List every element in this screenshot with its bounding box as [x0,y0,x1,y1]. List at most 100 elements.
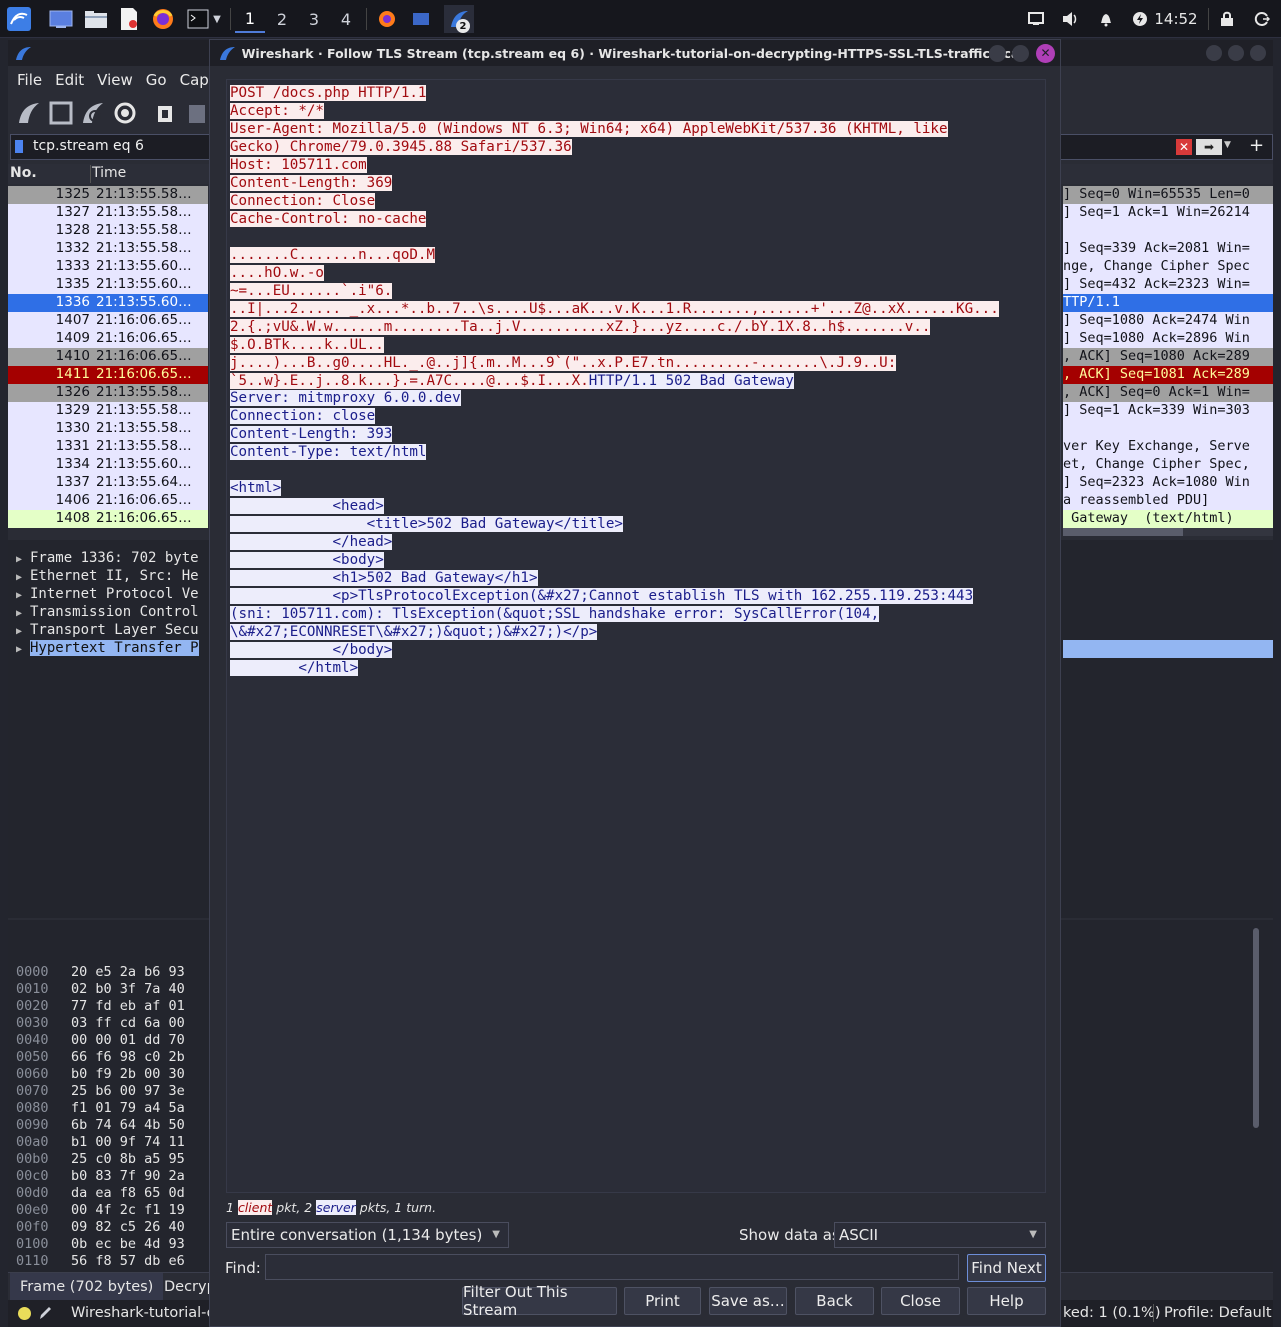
expand-arrow-icon[interactable]: ▶ [16,608,30,619]
hex-bytes: 0b ec be 4d 93 [71,1236,185,1252]
hex-bytes: b0 83 7f 90 2a [71,1168,185,1184]
workspace-3[interactable]: 3 [299,5,329,33]
close-button[interactable] [1250,45,1266,61]
filter-out-stream-button[interactable]: Filter Out This Stream [462,1283,617,1319]
save-file-icon[interactable] [186,100,208,126]
workspace-4[interactable]: 4 [331,5,361,33]
add-filter-button-icon[interactable]: + [1249,135,1264,156]
open-file-icon[interactable] [154,100,176,126]
close-button[interactable]: Close [881,1287,960,1315]
server-data: <title>502 Bad Gateway</title> [230,516,623,533]
detail-tree-item[interactable]: ▶ Transmission Control [16,604,199,622]
save-as-button[interactable]: Save as… [709,1287,787,1315]
file-manager-icon[interactable] [82,5,110,33]
expand-arrow-icon[interactable]: ▶ [16,554,30,565]
notification-badge: 2 [456,19,470,33]
client-data: User-Agent: Mozilla/5.0 (Windows NT 6.3;… [230,120,948,137]
workspace-1[interactable]: 1 [235,5,265,33]
expert-info-icon[interactable] [18,1307,31,1320]
kali-menu-icon[interactable] [4,5,34,33]
logout-icon[interactable] [1252,5,1272,33]
find-next-button[interactable]: Find Next [967,1254,1046,1282]
bytes-scrollbar[interactable] [1253,928,1259,1128]
wireshark-window-icon[interactable]: 2 [444,5,474,33]
lock-icon[interactable] [1217,5,1237,33]
menu-view[interactable]: View [97,71,133,89]
chevron-down-icon[interactable]: ▼ [213,14,221,25]
expand-arrow-icon[interactable]: ▶ [16,626,30,637]
display-filter-input[interactable]: tcp.stream eq 6 [33,138,144,154]
hex-offset: 0080 [16,1100,49,1116]
packet-time: 21:13:55.58… [96,204,192,220]
packet-info: ] Seq=0 Win=65535 Len=0 [1063,186,1250,202]
server-data: Content-Type: text/html [230,444,427,461]
dialog-close-icon[interactable]: ✕ [1036,44,1055,63]
stream-legend: 1 client pkt, 2 server pkts, 1 turn. [226,1200,437,1215]
packet-number: 1337 [55,474,90,490]
clock[interactable]: 14:52 [1152,5,1200,33]
hex-bytes: 77 fd eb af 01 [71,998,185,1014]
packet-list-hscroll[interactable] [1063,528,1273,536]
chevron-down-icon: ▼ [1029,1229,1037,1240]
clear-filter-icon[interactable]: ✕ [1176,139,1192,155]
filter-history-chevron-icon[interactable]: ▼ [1224,140,1231,150]
show-data-select[interactable]: ASCII ▼ [834,1222,1046,1248]
terminal-icon[interactable]: ▼ [182,5,226,33]
column-no[interactable]: No. [10,165,37,181]
hex-offset: 0010 [16,981,49,997]
detail-tree-item[interactable]: ▶ Ethernet II, Src: He [16,568,199,586]
menu-edit[interactable]: Edit [55,71,84,89]
desktop-window-icon[interactable] [408,5,434,33]
packet-info: ] Seq=1080 Ack=2474 Win [1063,312,1250,328]
stream-line: <h1>502 Bad Gateway</h1> [230,569,538,587]
find-label: Find: [225,1259,261,1277]
expand-arrow-icon[interactable]: ▶ [16,590,30,601]
restart-capture-icon[interactable] [80,100,106,126]
detail-tree-item[interactable]: ▶ Internet Protocol Ve [16,586,199,604]
maximize-button[interactable] [1228,45,1244,61]
firefox-window-icon[interactable] [374,5,400,33]
detail-tree-item[interactable]: ▶ Frame 1336: 702 byte [16,550,199,568]
capture-comment-icon[interactable] [38,1305,52,1321]
packet-info: TTP/1.1 [1063,294,1120,310]
stream-line: Gecko) Chrome/79.0.3945.88 Safari/537.36 [230,138,572,156]
stream-content[interactable]: POST /docs.php HTTP/1.1 Accept: */* User-A… [226,79,1046,1193]
packet-time: 21:13:55.64… [96,474,192,490]
stream-line: </html> [230,659,359,677]
display-icon[interactable] [1025,5,1047,33]
back-button[interactable]: Back [795,1287,874,1315]
bookmark-icon[interactable] [15,140,23,153]
dialog-minimize-button[interactable] [989,45,1006,62]
minimize-button[interactable] [1206,45,1222,61]
packet-time: 21:13:55.58… [96,186,192,202]
text-editor-icon[interactable] [116,5,142,33]
detail-tree-item[interactable]: ▶ Transport Layer Secu [16,622,199,640]
expand-arrow-icon[interactable]: ▶ [16,572,30,583]
tab-frame-bytes[interactable]: Frame (702 bytes) [10,1273,164,1301]
find-input[interactable] [265,1254,959,1280]
show-desktop-icon[interactable] [47,5,75,33]
start-capture-icon[interactable] [16,100,42,126]
menu-file[interactable]: File [17,71,42,89]
menu-go[interactable]: Go [146,71,167,89]
help-button[interactable]: Help [967,1287,1046,1315]
client-data: Host: 105711.com [230,156,367,173]
dialog-maximize-button[interactable] [1012,45,1029,62]
print-button[interactable]: Print [624,1287,701,1315]
volume-icon[interactable] [1060,5,1082,33]
capture-options-icon[interactable] [112,100,138,126]
apply-filter-icon[interactable]: ➡ [1196,139,1222,155]
power-manager-icon[interactable] [1130,5,1150,33]
firefox-icon[interactable] [149,5,177,33]
workspace-2[interactable]: 2 [267,5,297,33]
menubar: File Edit View Go Capt [8,66,219,94]
status-profile[interactable]: Profile: Default [1164,1305,1272,1321]
bell-icon[interactable] [1096,5,1116,33]
hex-bytes: 6b 74 64 4b 50 [71,1117,185,1133]
conversation-select[interactable]: Entire conversation (1,134 bytes) ▼ [226,1222,509,1248]
stop-capture-icon[interactable] [48,100,74,126]
expand-arrow-icon[interactable]: ▶ [16,644,30,655]
packet-time: 21:13:55.58… [96,222,192,238]
client-data: $.O.BTk....k..UL.. [230,336,384,353]
column-time[interactable]: Time [92,165,126,181]
